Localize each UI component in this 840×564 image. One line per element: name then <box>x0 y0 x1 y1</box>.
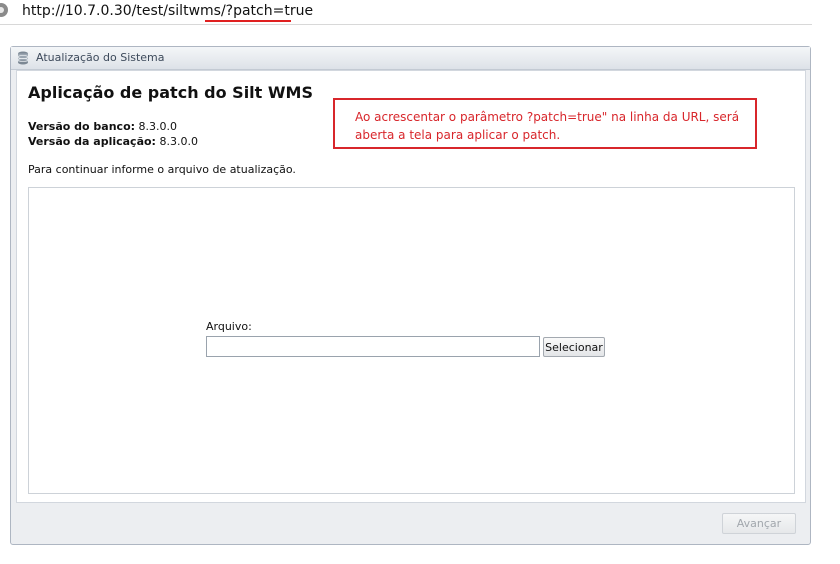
annotation-text: Ao acrescentar o parâmetro ?patch=true" … <box>355 110 740 142</box>
address-bar[interactable]: http://10.7.0.30/test/siltwms/?patch=tru… <box>0 0 812 25</box>
next-button[interactable]: Avançar <box>722 513 796 534</box>
db-version-value: 8.3.0.0 <box>138 120 178 133</box>
url-text[interactable]: http://10.7.0.30/test/siltwms/?patch=tru… <box>22 3 313 19</box>
upload-area: Arquivo: Selecionar <box>28 187 795 494</box>
url-highlight-underline <box>205 20 291 22</box>
app-version-line: Versão da aplicação: 8.3.0.0 <box>28 135 198 148</box>
app-version-value: 8.3.0.0 <box>159 135 198 148</box>
db-version-line: Versão do banco: 8.3.0.0 <box>28 120 177 133</box>
panel-footer: Avançar <box>11 504 810 544</box>
annotation-callout: Ao acrescentar o parâmetro ?patch=true" … <box>333 98 757 149</box>
app-version-label: Versão da aplicação: <box>28 135 156 148</box>
file-path-input[interactable] <box>206 336 540 357</box>
page-title: Aplicação de patch do Silt WMS <box>28 83 313 102</box>
site-info-icon[interactable] <box>0 3 8 17</box>
select-file-button[interactable]: Selecionar <box>543 337 605 357</box>
file-field-label: Arquivo: <box>206 320 252 333</box>
panel-title: Atualização do Sistema <box>36 51 165 64</box>
panel-header: Atualização do Sistema <box>11 47 810 70</box>
instruction-text: Para continuar informe o arquivo de atua… <box>28 163 296 176</box>
database-icon <box>17 51 29 65</box>
db-version-label: Versão do banco: <box>28 120 136 133</box>
